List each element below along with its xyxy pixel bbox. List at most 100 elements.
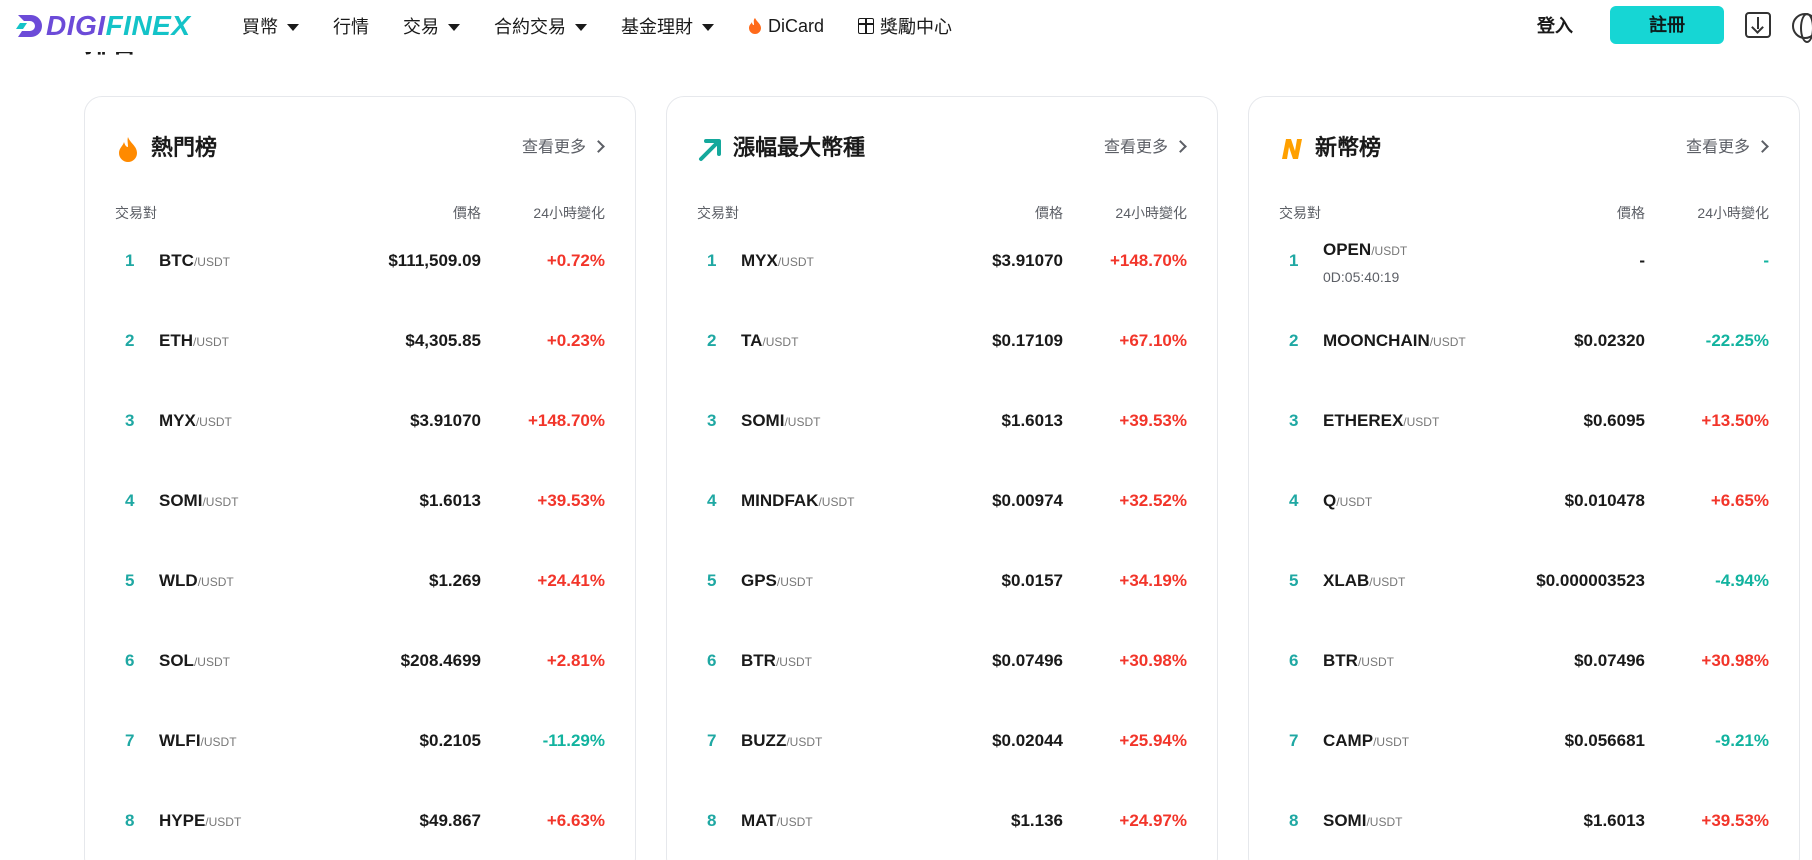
base-asset: Q <box>1323 491 1337 510</box>
base-asset: MOONCHAIN <box>1323 331 1430 350</box>
table-row[interactable]: 4 SOMI/USDT $1.6013 +39.53% <box>115 475 605 555</box>
change-value: +6.65% <box>1710 491 1769 510</box>
change-value: -22.25% <box>1705 331 1769 350</box>
rank-number: 5 <box>1289 571 1299 590</box>
table-row[interactable]: 3 ETHEREX/USDT $0.6095 +13.50% <box>1279 395 1769 475</box>
trading-pair: SOL/USDT <box>159 635 230 688</box>
digifinex-logo[interactable]: DIGIFINEX <box>14 10 191 42</box>
quote-asset: /USDT <box>762 335 799 349</box>
change-value: +0.72% <box>546 251 605 270</box>
table-row[interactable]: 4 Q/USDT $0.010478 +6.65% <box>1279 475 1769 555</box>
trading-pair: MOONCHAIN/USDT <box>1323 315 1466 368</box>
base-asset: HYPE <box>159 811 206 830</box>
card-title: 新幣榜 <box>1315 135 1382 160</box>
download-icon[interactable] <box>1745 12 1771 38</box>
listing-countdown: 0D:05:40:19 <box>1323 269 1400 285</box>
quote-asset: /USDT <box>776 815 813 829</box>
rank-number: 2 <box>1289 331 1299 350</box>
base-asset: SOMI <box>741 411 785 430</box>
trading-pair: ETHEREX/USDT <box>1323 395 1439 448</box>
table-row[interactable]: 8 MAT/USDT $1.136 +24.97% <box>697 795 1187 860</box>
chevron-right-icon <box>1174 140 1187 153</box>
table-row[interactable]: 4 MINDFAK/USDT $0.00974 +32.52% <box>697 475 1187 555</box>
table-row[interactable]: 8 SOMI/USDT $1.6013 +39.53% <box>1279 795 1769 860</box>
base-asset: MAT <box>741 811 777 830</box>
table-row[interactable]: 7 BUZZ/USDT $0.02044 +25.94% <box>697 715 1187 795</box>
nav-futures[interactable]: 合約交易 <box>494 0 587 52</box>
price-value: $0.07496 <box>1574 651 1645 670</box>
table-row[interactable]: 1 OPEN/USDT 0D:05:40:19 - - <box>1279 235 1769 315</box>
base-asset: SOMI <box>159 491 203 510</box>
login-link[interactable]: 登入 <box>1537 0 1573 52</box>
table-row[interactable]: 3 SOMI/USDT $1.6013 +39.53% <box>697 395 1187 475</box>
column-price: 價格 <box>1617 205 1645 221</box>
price-value: $3.91070 <box>410 411 481 430</box>
table-row[interactable]: 3 MYX/USDT $3.91070 +148.70% <box>115 395 605 475</box>
trading-pair: CAMP/USDT <box>1323 715 1409 768</box>
price-value: $0.010478 <box>1564 491 1645 510</box>
change-value: +148.70% <box>527 411 605 430</box>
price-value: $3.91070 <box>992 251 1063 270</box>
table-row[interactable]: 5 GPS/USDT $0.0157 +34.19% <box>697 555 1187 635</box>
rank-number: 2 <box>125 331 135 350</box>
base-asset: MINDFAK <box>741 491 819 510</box>
price-value: $4,305.85 <box>405 331 481 350</box>
table-row[interactable]: 6 SOL/USDT $208.4699 +2.81% <box>115 635 605 715</box>
nav-buy-crypto[interactable]: 買幣 <box>242 0 299 52</box>
price-value: $0.17109 <box>992 331 1063 350</box>
nav-earn[interactable]: 基金理財 <box>621 0 714 52</box>
change-value: +25.94% <box>1119 731 1187 750</box>
table-row[interactable]: 6 BTR/USDT $0.07496 +30.98% <box>697 635 1187 715</box>
globe-icon[interactable] <box>1792 13 1812 43</box>
table-row[interactable]: 1 BTC/USDT $111,509.09 +0.72% <box>115 235 605 315</box>
column-pair: 交易對 <box>115 205 157 221</box>
card-title: 漲幅最大幣種 <box>733 135 866 160</box>
register-button[interactable]: 註冊 <box>1610 6 1724 44</box>
table-row[interactable]: 7 WLFI/USDT $0.2105 -11.29% <box>115 715 605 795</box>
base-asset: ETH <box>159 331 193 350</box>
table-row[interactable]: 5 XLAB/USDT $0.000003523 -4.94% <box>1279 555 1769 635</box>
table-row[interactable]: 5 WLD/USDT $1.269 +24.41% <box>115 555 605 635</box>
nav-markets[interactable]: 行情 <box>333 0 369 52</box>
price-value: $0.6095 <box>1583 411 1645 430</box>
rank-number: 5 <box>125 571 135 590</box>
view-more-link[interactable]: 查看更多 <box>1686 133 1769 163</box>
table-row[interactable]: 1 MYX/USDT $3.91070 +148.70% <box>697 235 1187 315</box>
trading-pair: WLD/USDT <box>159 555 234 608</box>
nav-dicard[interactable]: DiCard <box>748 0 824 52</box>
table-row[interactable]: 6 BTR/USDT $0.07496 +30.98% <box>1279 635 1769 715</box>
trading-pair: SOMI/USDT <box>159 475 238 528</box>
logo-mark-icon <box>16 15 42 37</box>
quote-asset: /USDT <box>200 735 237 749</box>
price-value: $1.6013 <box>1583 811 1645 830</box>
rank-number: 4 <box>125 491 135 510</box>
table-row[interactable]: 2 MOONCHAIN/USDT $0.02320 -22.25% <box>1279 315 1769 395</box>
nav-trade[interactable]: 交易 <box>403 0 460 52</box>
table-row[interactable]: 8 HYPE/USDT $49.867 +6.63% <box>115 795 605 860</box>
quote-asset: /USDT <box>1429 335 1466 349</box>
trading-pair: BTC/USDT <box>159 235 230 288</box>
price-value: $49.867 <box>419 811 481 830</box>
ranking-card-top-gainers: 漲幅最大幣種 查看更多 交易對 價格 24小時變化 1 MYX/USDT $3.91… <box>666 96 1218 860</box>
table-row[interactable]: 2 TA/USDT $0.17109 +67.10% <box>697 315 1187 395</box>
rank-number: 3 <box>1289 411 1299 430</box>
base-asset: BTR <box>741 651 776 670</box>
base-asset: GPS <box>741 571 777 590</box>
trading-pair: MAT/USDT <box>741 795 813 848</box>
column-change: 24小時變化 <box>533 205 605 221</box>
base-asset: BTC <box>159 251 194 270</box>
change-value: +34.19% <box>1119 571 1187 590</box>
price-value: $1.269 <box>429 571 481 590</box>
chevron-right-icon <box>1756 140 1769 153</box>
change-value: +148.70% <box>1109 251 1187 270</box>
nav-rewards-center[interactable]: 獎勵中心 <box>858 0 952 52</box>
table-row[interactable]: 7 CAMP/USDT $0.056681 -9.21% <box>1279 715 1769 795</box>
view-more-link[interactable]: 查看更多 <box>1104 133 1187 163</box>
change-value: +30.98% <box>1119 651 1187 670</box>
base-asset: OPEN <box>1323 240 1372 259</box>
view-more-link[interactable]: 查看更多 <box>522 133 605 163</box>
rank-number: 8 <box>707 811 717 830</box>
table-row[interactable]: 2 ETH/USDT $4,305.85 +0.23% <box>115 315 605 395</box>
quote-asset: /USDT <box>193 655 230 669</box>
change-value: +24.41% <box>537 571 605 590</box>
